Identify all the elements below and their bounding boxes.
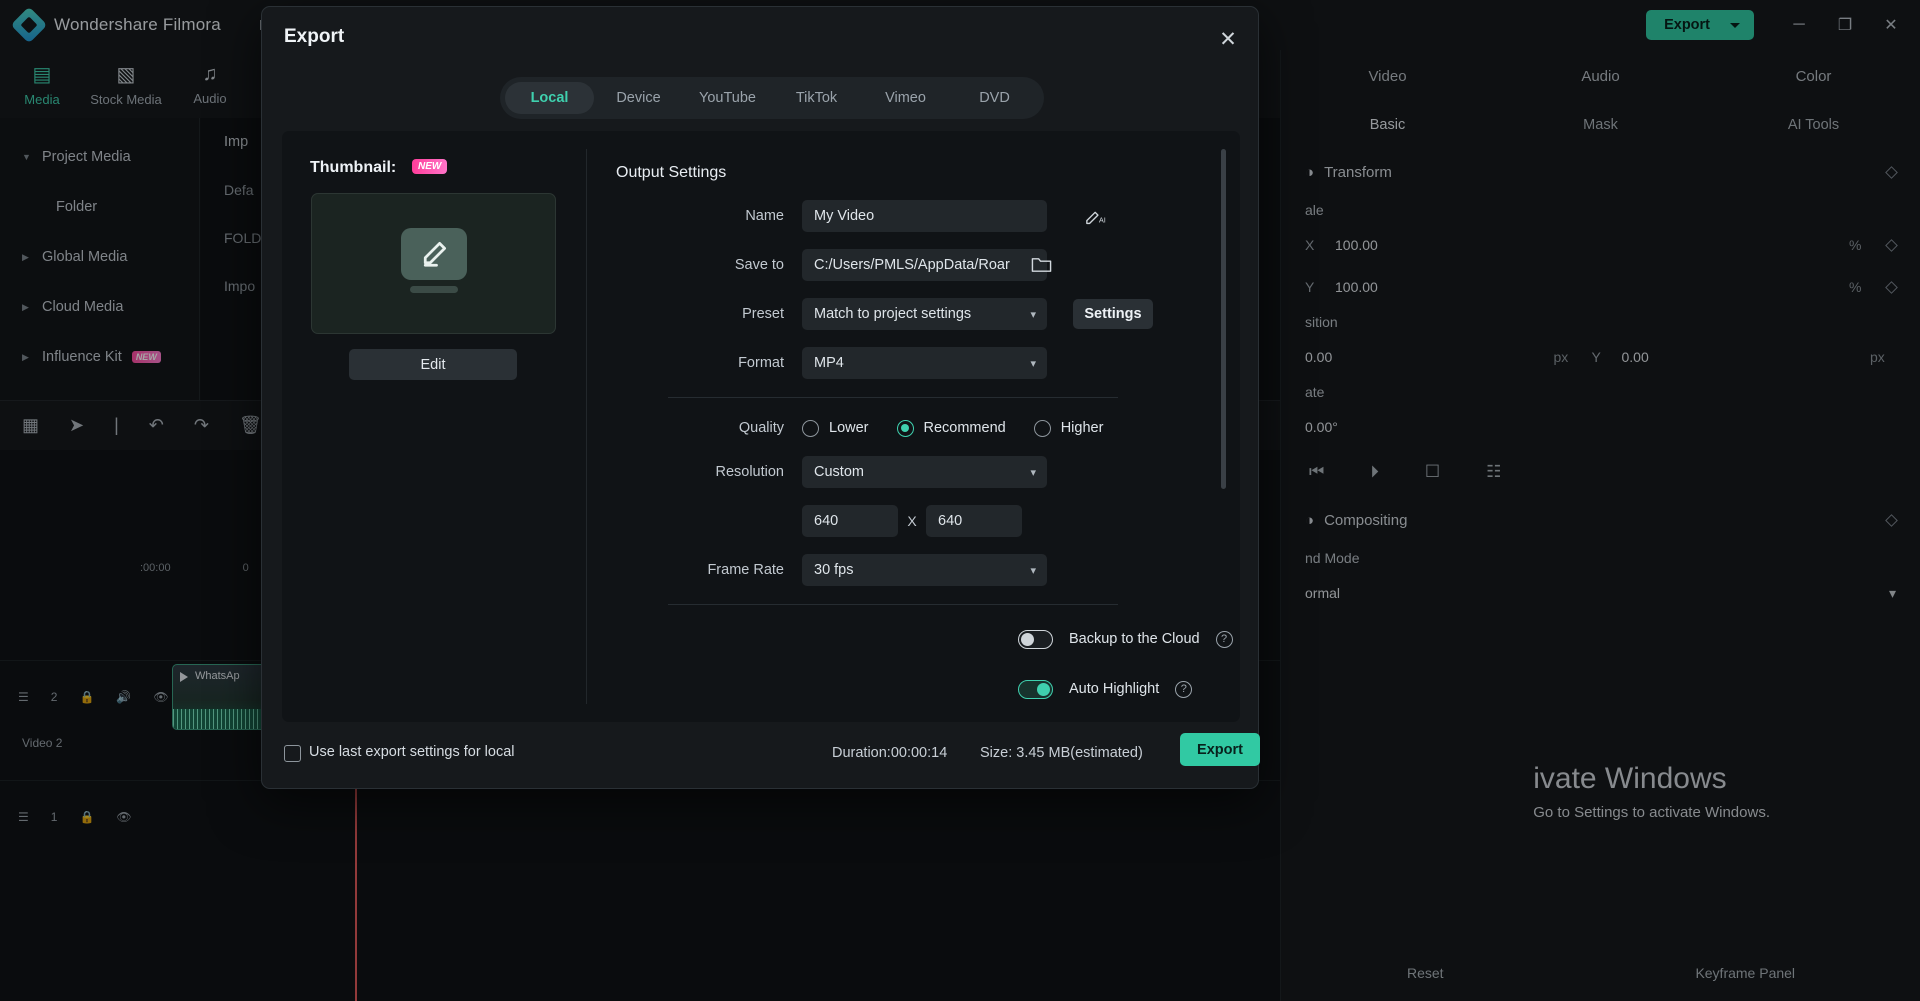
edit-thumbnail-button[interactable]: Edit [349,349,517,380]
resolution-label: Resolution [715,464,784,480]
divider-bottom [668,604,1118,605]
export-confirm-button[interactable]: Export [1180,733,1260,766]
tab-youtube[interactable]: YouTube [683,82,772,114]
size-text: Size: 3.45 MB(estimated) [980,745,1143,761]
backup-to-cloud-label: Backup to the Cloud [1069,631,1200,647]
tab-device[interactable]: Device [594,82,683,114]
preset-row: Preset Match to project settings ▾ [616,298,1047,330]
export-destination-tabs: Local Device YouTube TikTok Vimeo DVD [500,77,1044,119]
chevron-down-icon: ▾ [1030,308,1036,321]
dialog-title: Export [284,26,345,47]
save-to-row: Save to C:/Users/PMLS/AppData/Roar [616,249,1047,281]
frame-rate-label: Frame Rate [707,562,784,578]
browse-folder-icon[interactable] [1027,252,1055,278]
dimension-separator: X [907,513,917,529]
radio-higher[interactable] [1033,419,1051,437]
output-settings-heading: Output Settings [616,164,727,181]
export-dialog-body: Thumbnail: NEW Edit Output Settings Name… [282,131,1240,722]
quality-label: Quality [738,420,784,436]
divider-top [668,397,1118,398]
radio-higher-label: Higher [1060,420,1104,436]
ai-name-icon[interactable]: AI [1082,203,1112,229]
vertical-divider [586,149,587,704]
auto-highlight-toggle-row: Auto Highlight ? [1018,673,1193,705]
tab-tiktok[interactable]: TikTok [772,82,861,114]
export-dialog: Export ✕ Local Device YouTube TikTok Vim… [261,6,1260,789]
use-last-settings-checkbox[interactable] [284,745,301,762]
svg-text:AI: AI [1099,215,1106,224]
close-icon[interactable]: ✕ [1212,23,1244,55]
format-row: Format MP4 ▾ [616,347,1047,379]
resolution-select[interactable]: Custom ▾ [802,456,1047,488]
tab-dvd[interactable]: DVD [950,82,1039,114]
frame-rate-value: 30 fps [814,562,854,578]
thumbnail-title: Thumbnail: [310,159,397,176]
chevron-down-icon: ▾ [1030,564,1036,577]
quality-radio-group: Lower Recommend Higher [802,419,1121,437]
frame-rate-select[interactable]: 30 fps ▾ [802,554,1047,586]
thumbnail-preview[interactable] [311,193,556,334]
name-label: Name [745,208,784,224]
use-last-settings-label: Use last export settings for local [309,744,515,760]
resolution-value: Custom [814,464,864,480]
auto-highlight-label: Auto Highlight [1069,681,1160,697]
thumbnail-shadow [409,286,458,293]
duration-text: Duration:00:00:14 [832,745,948,761]
name-row: Name My Video [616,200,1047,232]
dimensions-row: 640 X 640 [616,505,1022,537]
settings-button[interactable]: Settings [1073,299,1153,329]
preset-select[interactable]: Match to project settings ▾ [802,298,1047,330]
name-input[interactable]: My Video [802,200,1047,232]
width-input[interactable]: 640 [802,505,898,537]
save-to-input[interactable]: C:/Users/PMLS/AppData/Roar [802,249,1047,281]
scrollbar-thumb[interactable] [1221,149,1226,489]
frame-rate-row: Frame Rate 30 fps ▾ [616,554,1047,586]
chevron-down-icon: ▾ [1030,357,1036,370]
new-badge: NEW [412,159,448,174]
radio-lower[interactable] [802,419,819,437]
preset-label: Preset [742,306,784,322]
height-input[interactable]: 640 [926,505,1022,537]
chevron-down-icon: ▾ [1030,466,1036,479]
format-select[interactable]: MP4 ▾ [802,347,1047,379]
help-icon[interactable]: ? [1175,680,1193,698]
backup-toggle-row: Backup to the Cloud ? [1018,623,1233,655]
quality-row: Quality Lower Recommend Higher [616,412,1121,444]
format-label: Format [738,355,784,371]
radio-recommend-label: Recommend [923,420,1006,436]
edit-pencil-icon [400,228,467,280]
backup-to-cloud-toggle[interactable] [1018,629,1053,649]
tab-vimeo[interactable]: Vimeo [861,82,950,114]
radio-lower-label: Lower [829,420,869,436]
radio-recommend[interactable] [896,419,914,437]
auto-highlight-toggle[interactable] [1018,679,1053,699]
resolution-row: Resolution Custom ▾ [616,456,1047,488]
tab-local[interactable]: Local [505,82,594,114]
preset-value: Match to project settings [814,306,972,322]
format-value: MP4 [814,355,844,371]
save-to-label: Save to [734,257,784,273]
